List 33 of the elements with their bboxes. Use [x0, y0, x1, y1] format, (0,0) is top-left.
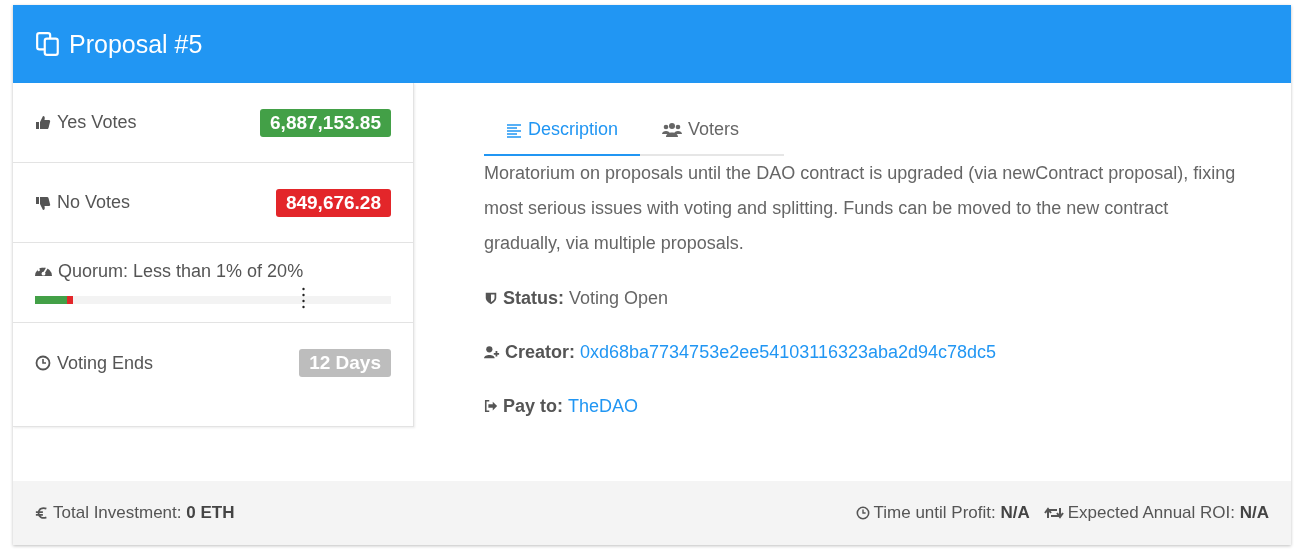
- stat-label: Yes Votes: [57, 112, 137, 133]
- vote-count-badge: 12 Days: [299, 349, 391, 377]
- add-user-icon: [484, 344, 500, 360]
- euro-icon: [35, 506, 49, 520]
- thumbs-down-icon: [35, 194, 51, 211]
- retweet-icon: [1043, 505, 1064, 521]
- sign-out-icon: [484, 399, 498, 413]
- detail-link[interactable]: 0xd68ba7734753e2ee54103116323aba2d94c78dc5: [580, 341, 997, 363]
- footer-stat: Total Investment: 0 ETH: [53, 503, 235, 523]
- tab[interactable]: Description: [484, 105, 641, 156]
- list-icon: [506, 121, 522, 138]
- proposal-title: Proposal #5: [69, 29, 203, 59]
- proposal-description: Moratorium on proposals until the DAO contract is upgraded (via newContract proposal), fixing most serious issues with voting and splitting. Funds can be moved to the new contract gradually, via multiple proposals.: [484, 162, 1237, 255]
- footer-stat: Expected Annual ROI: N/A: [1067, 503, 1269, 523]
- shield-icon: [484, 291, 498, 305]
- footer-stat: Time until Profit: N/A: [873, 503, 1030, 523]
- dashboard-icon: [35, 266, 52, 277]
- detail-label: Status:: [503, 287, 564, 309]
- thumbs-up-icon: [35, 114, 51, 131]
- detail-label: Creator:: [505, 341, 575, 363]
- detail-link[interactable]: TheDAO: [568, 395, 639, 417]
- vote-count-badge: 6,887,153.85: [260, 108, 391, 137]
- vote-count-badge: 849,676.28: [275, 188, 391, 217]
- tab[interactable]: Voters: [640, 105, 762, 156]
- users-icon: [662, 121, 683, 138]
- stat-label: No Votes: [57, 192, 131, 213]
- detail-value: Voting Open: [569, 287, 669, 309]
- stat-label: Voting Ends: [57, 352, 154, 374]
- clock-icon: [855, 506, 870, 520]
- copy-icon: [35, 31, 61, 57]
- stat-label: Quorum: Less than 1% of 20%: [58, 261, 304, 282]
- detail-label: Pay to:: [503, 395, 563, 417]
- clock-icon: [35, 355, 51, 371]
